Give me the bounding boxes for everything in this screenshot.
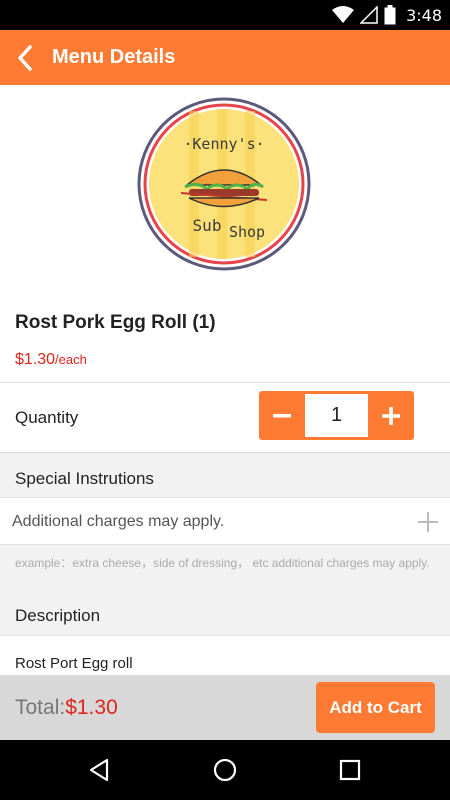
status-bar: 3:48 bbox=[0, 0, 450, 30]
price-amount: $1.30 bbox=[15, 351, 56, 368]
plus-icon bbox=[382, 406, 400, 425]
add-instruction-icon[interactable] bbox=[416, 510, 440, 534]
description-text: Rost Port Egg roll bbox=[15, 655, 133, 672]
chevron-left-icon bbox=[18, 44, 32, 71]
special-instructions-input[interactable]: Additional charges may apply. bbox=[0, 497, 450, 545]
recents-square-icon[interactable] bbox=[335, 755, 365, 785]
logo-text-kennys: ·Kenny's· bbox=[183, 135, 264, 153]
logo-text-shop: Shop bbox=[229, 223, 265, 241]
total: Total:$1.30 bbox=[15, 696, 118, 720]
quantity-stepper: 1 bbox=[259, 391, 414, 440]
decrease-quantity-button[interactable] bbox=[259, 391, 305, 440]
special-instructions-heading: Special Instrutions bbox=[15, 469, 154, 488]
item-price: $1.30/each bbox=[15, 351, 87, 369]
total-label: Total: bbox=[15, 696, 66, 719]
description-heading: Description bbox=[15, 606, 101, 625]
special-instructions-placeholder: Additional charges may apply. bbox=[12, 513, 225, 530]
system-nav-bar bbox=[0, 740, 450, 800]
restaurant-logo: ·Kenny's· Sub Shop bbox=[137, 97, 311, 271]
quantity-label: Quantity bbox=[15, 408, 79, 427]
item-header: ·Kenny's· Sub Shop Rost Pork Egg Roll (1… bbox=[0, 85, 450, 383]
wifi-icon bbox=[332, 6, 355, 23]
logo-text-sub: Sub bbox=[193, 216, 222, 235]
clock: 3:48 bbox=[406, 5, 442, 25]
quantity-value[interactable]: 1 bbox=[305, 394, 368, 437]
increase-quantity-button[interactable] bbox=[368, 391, 414, 440]
price-unit: /each bbox=[55, 352, 87, 367]
quantity-row: Quantity 1 bbox=[0, 383, 450, 453]
back-button[interactable] bbox=[0, 30, 50, 85]
battery-icon bbox=[384, 5, 396, 25]
item-name: Rost Pork Egg Roll (1) bbox=[15, 312, 216, 333]
back-triangle-icon[interactable] bbox=[85, 755, 115, 785]
total-amount: $1.30 bbox=[65, 696, 118, 719]
app-bar: Menu Details bbox=[0, 30, 450, 85]
special-instructions-hint: example：extra cheese，side of dressing， e… bbox=[15, 556, 430, 570]
description-box: Rost Port Egg roll bbox=[0, 635, 450, 680]
page-title: Menu Details bbox=[52, 46, 176, 68]
signal-icon bbox=[360, 6, 378, 24]
home-circle-icon[interactable] bbox=[210, 755, 240, 785]
add-to-cart-button[interactable]: Add to Cart bbox=[316, 682, 435, 733]
minus-icon bbox=[273, 413, 291, 417]
cart-footer: Total:$1.30 Add to Cart bbox=[0, 675, 450, 740]
